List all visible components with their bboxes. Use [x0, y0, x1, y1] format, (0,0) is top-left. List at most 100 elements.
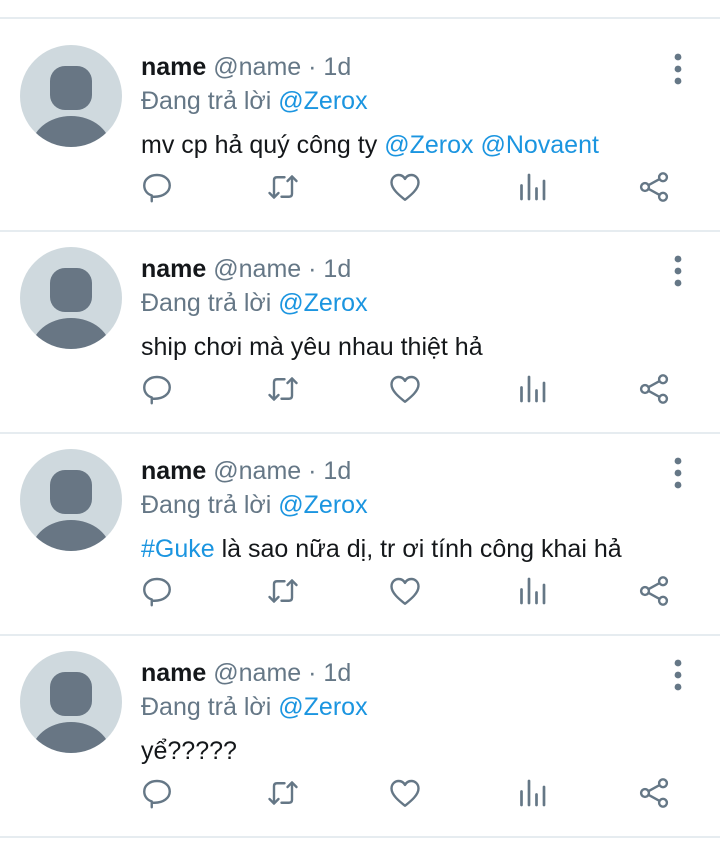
retweet-button[interactable]: [263, 369, 303, 409]
replying-to: Đang trả lời @Zerox: [141, 691, 368, 723]
tweet-text: #Guke là sao nữa dị, tr ơi tính công kha…: [141, 533, 622, 565]
default-avatar-icon: [31, 672, 111, 753]
analytics-icon: [520, 173, 546, 201]
share-button[interactable]: [634, 167, 674, 207]
retweet-icon: [268, 175, 298, 199]
more-vertical-icon: [674, 53, 682, 85]
tweet[interactable]: name @name · 1d Đang trả lời @Zerox mv c…: [0, 19, 720, 219]
default-avatar-icon: [31, 66, 111, 147]
like-button[interactable]: [385, 571, 425, 611]
tweet[interactable]: name @name · 1d Đang trả lời @Zerox #Guk…: [0, 423, 720, 623]
separator-dot: ·: [308, 255, 317, 283]
share-icon: [639, 374, 669, 404]
default-avatar-icon: [31, 268, 111, 349]
avatar[interactable]: [20, 247, 122, 349]
mention-link[interactable]: @Zerox: [384, 131, 473, 159]
replying-to-mention[interactable]: @Zerox: [278, 289, 367, 317]
tweet-text: mv cp hả quý công ty @Zerox @Novaent: [141, 129, 599, 161]
tweet-text-part: là sao nữa dị, tr ơi tính công khai hả: [214, 535, 622, 563]
retweet-icon: [268, 781, 298, 805]
share-button[interactable]: [634, 773, 674, 813]
analytics-button[interactable]: [512, 571, 552, 611]
more-vertical-icon: [674, 255, 682, 287]
tweet[interactable]: name @name · 1d Đang trả lời @Zerox ship…: [0, 221, 720, 421]
tweet-header: name @name · 1d: [141, 253, 351, 285]
separator-dot: ·: [308, 659, 317, 687]
analytics-button[interactable]: [512, 369, 552, 409]
retweet-button[interactable]: [263, 773, 303, 813]
heart-icon: [390, 173, 420, 201]
tweet-header: name @name · 1d: [141, 455, 351, 487]
mention-link[interactable]: @Novaent: [480, 131, 599, 159]
tweet-text: ship chơi mà yêu nhau thiệt hả: [141, 331, 483, 363]
separator-dot: ·: [308, 457, 317, 485]
tweet[interactable]: name @name · 1d Đang trả lời @Zerox yể??…: [0, 625, 720, 825]
reply-icon: [143, 375, 171, 405]
reply-button[interactable]: [137, 571, 177, 611]
user-handle[interactable]: @name: [213, 255, 301, 283]
timestamp[interactable]: 1d: [323, 255, 351, 283]
tweet-text-part: yể?????: [141, 737, 237, 765]
action-bar: [0, 369, 720, 409]
heart-icon: [390, 577, 420, 605]
share-icon: [639, 778, 669, 808]
timestamp[interactable]: 1d: [323, 457, 351, 485]
replying-to-mention[interactable]: @Zerox: [278, 87, 367, 115]
action-bar: [0, 571, 720, 611]
replying-to: Đang trả lời @Zerox: [141, 287, 368, 319]
display-name[interactable]: name: [141, 457, 206, 485]
analytics-icon: [520, 577, 546, 605]
share-icon: [639, 172, 669, 202]
more-options-button[interactable]: [664, 657, 692, 693]
user-handle[interactable]: @name: [213, 659, 301, 687]
more-vertical-icon: [674, 457, 682, 489]
action-bar: [0, 167, 720, 207]
more-options-button[interactable]: [664, 51, 692, 87]
share-icon: [639, 576, 669, 606]
analytics-icon: [520, 779, 546, 807]
reply-button[interactable]: [137, 773, 177, 813]
hashtag-link[interactable]: #Guke: [141, 535, 215, 563]
analytics-button[interactable]: [512, 167, 552, 207]
tweet-header: name @name · 1d: [141, 51, 351, 83]
replying-to-mention[interactable]: @Zerox: [278, 491, 367, 519]
reply-icon: [143, 173, 171, 203]
like-button[interactable]: [385, 773, 425, 813]
timestamp[interactable]: 1d: [323, 659, 351, 687]
replying-to: Đang trả lời @Zerox: [141, 489, 368, 521]
retweet-icon: [268, 579, 298, 603]
separator-dot: ·: [308, 53, 317, 81]
avatar[interactable]: [20, 449, 122, 551]
timestamp[interactable]: 1d: [323, 53, 351, 81]
display-name[interactable]: name: [141, 659, 206, 687]
heart-icon: [390, 375, 420, 403]
display-name[interactable]: name: [141, 53, 206, 81]
user-handle[interactable]: @name: [213, 457, 301, 485]
action-bar: [0, 773, 720, 813]
more-options-button[interactable]: [664, 455, 692, 491]
more-options-button[interactable]: [664, 253, 692, 289]
retweet-button[interactable]: [263, 571, 303, 611]
tweet-header: name @name · 1d: [141, 657, 351, 689]
like-button[interactable]: [385, 369, 425, 409]
display-name[interactable]: name: [141, 255, 206, 283]
like-button[interactable]: [385, 167, 425, 207]
analytics-icon: [520, 375, 546, 403]
reply-button[interactable]: [137, 167, 177, 207]
share-button[interactable]: [634, 369, 674, 409]
share-button[interactable]: [634, 571, 674, 611]
analytics-button[interactable]: [512, 773, 552, 813]
retweet-button[interactable]: [263, 167, 303, 207]
heart-icon: [390, 779, 420, 807]
tweet-text-part: mv cp hả quý công ty: [141, 131, 385, 159]
replying-to-mention[interactable]: @Zerox: [278, 693, 367, 721]
replying-to: Đang trả lời @Zerox: [141, 85, 368, 117]
user-handle[interactable]: @name: [213, 53, 301, 81]
avatar[interactable]: [20, 45, 122, 147]
tweet-text-part: ship chơi mà yêu nhau thiệt hả: [141, 333, 483, 361]
replying-prefix: Đang trả lời: [141, 87, 279, 115]
reply-button[interactable]: [137, 369, 177, 409]
replying-prefix: Đang trả lời: [141, 289, 279, 317]
divider: [0, 836, 720, 838]
avatar[interactable]: [20, 651, 122, 753]
